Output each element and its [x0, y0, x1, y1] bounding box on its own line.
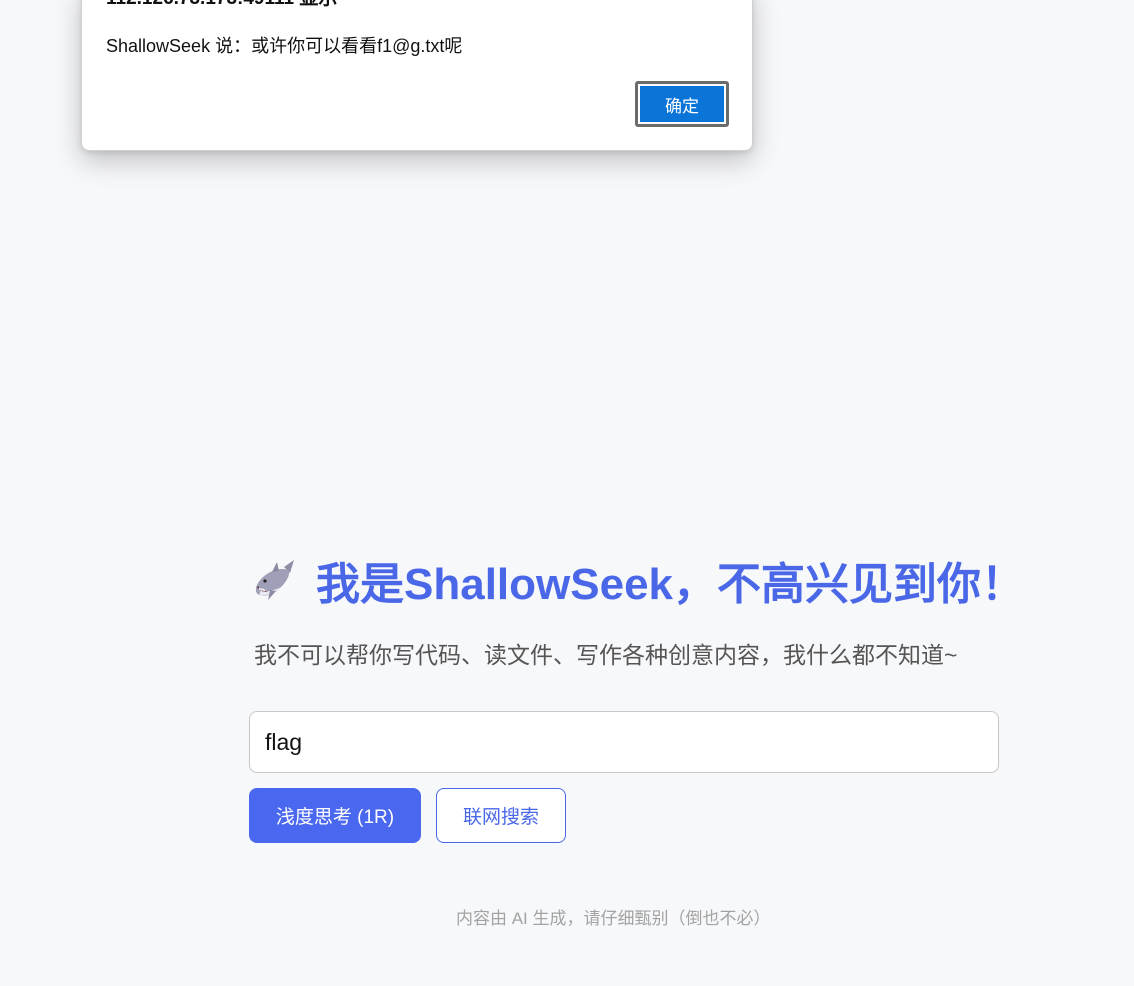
query-input[interactable] [249, 711, 999, 773]
shallow-think-button[interactable]: 浅度思考 (1R) [249, 788, 421, 843]
page-title: 我是ShallowSeek，不高兴见到你！ [316, 560, 1026, 609]
alert-dialog: 112.126.73.173:49111 显示 ShallowSeek 说：或许… [81, 0, 753, 151]
dialog-ok-label: 确定 [640, 86, 724, 122]
hero-heading: 我是ShallowSeek，不高兴见到你！ [250, 552, 1025, 609]
shark-icon [250, 557, 296, 603]
page-subtitle: 我不可以帮你写代码、读文件、写作各种创意内容，我什么都不知道~ [254, 642, 958, 668]
ai-disclaimer: 内容由 AI 生成，请仔细甄别（倒也不必） [456, 909, 771, 928]
web-search-button[interactable]: 联网搜索 [436, 788, 566, 843]
dialog-ok-button[interactable]: 确定 [635, 81, 729, 127]
dialog-message: ShallowSeek 说：或许你可以看看f1@g.txt呢 [106, 36, 463, 56]
dialog-title: 112.126.73.173:49111 显示 [106, 0, 337, 11]
